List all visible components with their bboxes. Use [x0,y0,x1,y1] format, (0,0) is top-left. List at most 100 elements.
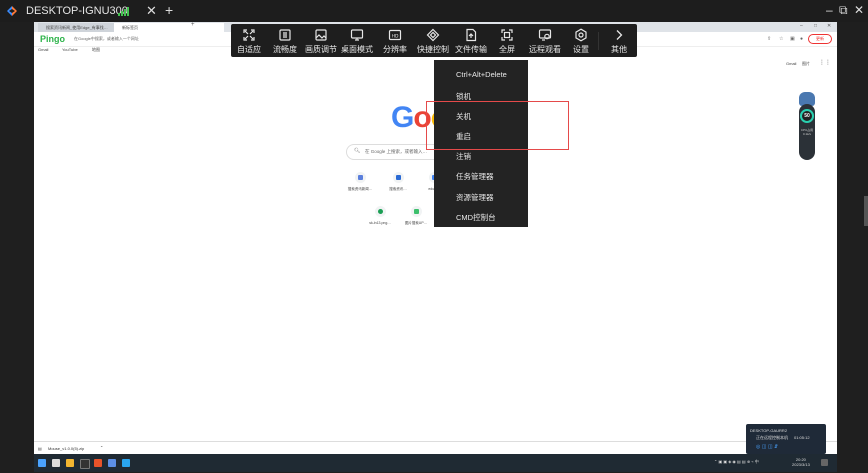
search-placeholder: 在 Google 上搜索，或者输入… [365,149,428,154]
remote-app-icon[interactable] [122,459,130,467]
remote-title-bar: DESKTOP-IGNU300 ✕ + – ⧉ ✕ [0,0,868,22]
menu-item-logoff[interactable]: 注销 [456,151,471,162]
shortcut-label: 搜索资讯… [389,187,407,191]
cpu-percent: 50 [804,113,810,119]
side-handle[interactable] [864,196,868,226]
svg-text:HD: HD [392,33,399,39]
app-logo-icon [7,6,17,16]
shortcut-tile[interactable]: 搜索资讯新闻… [340,172,380,202]
toolbar-resolution[interactable]: HD 分辨率 [377,24,413,57]
explorer-icon[interactable] [66,459,74,467]
toolbar-quick-control[interactable]: 快捷控制 [415,24,451,57]
toolbar-file-transfer[interactable]: 文件传输 [453,24,489,57]
toolbar-more[interactable]: 其他 [601,24,637,57]
download-bar: ▤ Mouse_v1.0.0(5).zip ⌃ [34,441,837,455]
bookmark-maps[interactable]: 地图 [92,47,100,53]
start-icon[interactable] [38,459,46,467]
browser-maximize-button[interactable]: □ [814,23,817,29]
app-icon[interactable] [94,459,102,467]
terminal-icon[interactable] [80,459,90,469]
browser-close-button[interactable]: ✕ [827,23,831,29]
close-tab-button[interactable]: ✕ [146,3,157,19]
update-button[interactable]: 更新 [808,34,832,44]
menu-item-explorer[interactable]: 资源管理器 [456,192,494,203]
toolbar-label: 流畅度 [273,45,297,54]
toolbar-fluency[interactable]: 流畅度 [267,24,303,57]
browser-brand-logo: Pingo [40,34,65,44]
shortcut-icon [374,206,386,217]
signal-strength-icon [118,7,129,16]
shortcut-tile[interactable]: sk-ln13.png… [360,206,400,236]
shortcut-label: 图片搜索UP… [404,221,428,225]
file-transfer-icon [466,28,477,42]
shortcut-icon [354,172,366,183]
toolbar-remote-view[interactable]: 远程观看 [527,24,563,57]
profile-icon[interactable]: ● [800,36,803,42]
menu-item-task-manager[interactable]: 任务管理器 [456,171,494,182]
widget-sub: CPU占用 0.1k/s [797,128,817,136]
star-icon[interactable]: ☆ [779,36,783,42]
notification-center-icon[interactable] [821,459,828,466]
toolbar-label: 远程观看 [529,45,561,54]
browser-tab-label: 新标签页 [122,25,138,30]
search-icon: 🔍︎ [354,148,361,154]
bookmark-youtube[interactable]: YouTube [62,47,78,52]
toolbar-label: 全屏 [499,45,515,54]
quick-control-icon [426,28,440,42]
toolbar-desktop-mode[interactable]: 桌面模式 [339,24,375,57]
notification-title: DESKTOP-GAURR2 [750,428,788,433]
desktop-mode-icon [350,29,364,41]
gmail-link[interactable]: Gmail [786,61,796,66]
app-icon[interactable] [108,459,116,467]
remote-view-icon [538,29,552,41]
bookmark-gmail[interactable]: Gmail [38,47,48,52]
remote-toolbar: 自适应 流畅度 画质调节 桌面模式 HD 分辨率 快捷控制 文件传输 全屏 远程… [231,24,637,57]
toolbar-label: 快捷控制 [417,45,449,54]
file-icon: ▤ [38,446,42,451]
browser-minimize-button[interactable]: – [800,23,803,29]
windows-taskbar: ⌃ ▣ ▣ ◈ ◉ ▤ ▤ ⊕ ⌁ 中 20:20 2023/3/13 [34,454,837,472]
close-window-button[interactable]: ✕ [854,3,864,17]
sidebar-icon[interactable]: ▣ [790,36,795,42]
toolbar-fullscreen[interactable]: 全屏 [489,24,525,57]
menu-item-ctrl-alt-delete[interactable]: Ctrl+Alt+Delete [456,70,507,79]
toolbar-fit[interactable]: 自适应 [231,24,267,57]
share-icon[interactable]: ⇪ [767,36,771,42]
toolbar-settings[interactable]: 设置 [563,24,599,57]
images-link[interactable]: 图片 [802,61,810,67]
address-input[interactable]: 在Google中搜索，或者输入一个网址 [74,36,139,42]
toolbar-label: 其他 [611,45,627,54]
remote-notification[interactable]: DESKTOP-GAURR2 正在远程控制本机 01:05:12 ◎ ◫ ◫ ⇵ [746,424,826,454]
browser-tab-active[interactable]: 新标签页 [114,23,224,32]
new-session-button[interactable]: + [165,2,173,18]
toolbar-separator [598,32,599,50]
notification-actions-icon[interactable]: ◎ ◫ ◫ ⇵ [756,444,778,450]
shortcut-tile[interactable]: 搜索资讯… [378,172,418,202]
system-tray-icons[interactable]: ⌃ ▣ ▣ ◈ ◉ ▤ ▤ ⊕ ⌁ 中 [714,459,759,465]
menu-item-cmd[interactable]: CMD控制台 [456,212,496,223]
toolbar-label: 分辨率 [383,45,407,54]
toolbar-label: 设置 [573,45,589,54]
left-margin [0,22,34,472]
right-margin [837,22,868,472]
fit-screen-icon [243,29,255,41]
task-view-icon[interactable] [52,459,60,467]
monitor-widget[interactable]: 50 CPU占用 0.1k/s [797,92,817,164]
toolbar-label: 桌面模式 [341,45,373,54]
notification-time: 01:05:12 [794,435,810,440]
toolbar-quality[interactable]: 画质调节 [303,24,339,57]
settings-icon [575,28,587,42]
google-logo-letter: G [391,101,414,134]
chevron-up-icon[interactable]: ⌃ [100,445,103,450]
browser-tab-label: 搜索资讯新闻_使用Edge_有事找… [46,25,108,30]
restore-button[interactable]: ⧉ [839,3,848,18]
apps-grid-icon[interactable]: ⋮⋮ [819,59,831,66]
toolbar-label: 画质调节 [305,45,337,54]
shortcut-tile[interactable]: 图片搜索UP… [396,206,436,236]
browser-new-tab-button[interactable]: + [191,22,195,28]
chevron-right-icon [616,30,623,40]
download-filename[interactable]: Mouse_v1.0.0(5).zip [48,446,84,451]
toolbar-label: 自适应 [237,45,261,54]
taskbar-clock[interactable]: 20:20 2023/3/13 [792,457,810,467]
minimize-button[interactable]: – [826,3,833,17]
